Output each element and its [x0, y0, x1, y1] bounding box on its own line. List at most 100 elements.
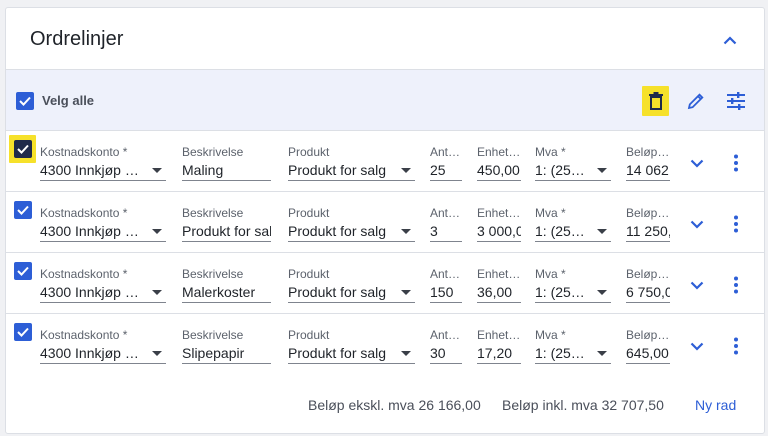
vat-select[interactable]: Mva * 1: (25…	[535, 267, 611, 303]
description-input[interactable]: Beskrivelse Produkt for salg	[182, 206, 271, 242]
row-menu-button[interactable]	[724, 334, 748, 358]
caret-down-icon	[152, 351, 162, 356]
vat-label: Mva *	[535, 145, 566, 159]
order-lines-card: Ordrelinjer Velg alle Kostnadskonto * 43…	[5, 7, 765, 434]
description-label: Beskrivelse	[182, 267, 244, 281]
account-select[interactable]: Kostnadskonto * 4300 Innkjøp …	[40, 145, 166, 181]
description-value: Malerkoster	[182, 284, 256, 300]
total-excl-vat: Beløp ekskl. mva 26 166,00	[308, 397, 481, 413]
row-menu-button[interactable]	[724, 151, 748, 175]
unit-price-label: Enhet…	[477, 206, 521, 220]
chevron-up-icon	[723, 35, 737, 44]
more-vertical-icon	[734, 276, 738, 294]
product-value: Produkt for salg	[288, 162, 387, 178]
vat-label: Mva *	[535, 267, 566, 281]
caret-down-icon	[597, 290, 607, 295]
caret-down-icon	[597, 229, 607, 234]
product-select[interactable]: Produkt Produkt for salg	[288, 206, 415, 242]
amount-label: Beløp…	[626, 206, 670, 220]
checkbox-checked-icon	[17, 266, 29, 276]
row-menu-button[interactable]	[724, 273, 748, 297]
unit-price-input[interactable]: Enhet… 3 000,00	[477, 206, 521, 242]
quantity-value: 150	[430, 284, 454, 300]
trash-icon	[649, 92, 663, 110]
account-value: 4300 Innkjøp …	[40, 345, 139, 361]
description-value: Produkt for salg	[182, 223, 271, 239]
description-input[interactable]: Beskrivelse Slipepapir	[182, 328, 271, 364]
description-label: Beskrivelse	[182, 145, 244, 159]
total-incl-vat: Beløp inkl. mva 32 707,50	[502, 397, 664, 413]
account-select[interactable]: Kostnadskonto * 4300 Innkjøp …	[40, 206, 166, 242]
table-row: Kostnadskonto * 4300 Innkjøp … Beskrivel…	[6, 131, 764, 192]
table-row: Kostnadskonto * 4300 Innkjøp … Beskrivel…	[6, 192, 764, 253]
select-all-checkbox[interactable]	[16, 92, 34, 110]
account-value: 4300 Innkjøp …	[40, 223, 139, 239]
vat-select[interactable]: Mva * 1: (25…	[535, 328, 611, 364]
caret-down-icon	[597, 168, 607, 173]
expand-row-button[interactable]	[685, 151, 709, 175]
amount-input[interactable]: Beløp… 645,00	[626, 328, 670, 364]
product-value: Produkt for salg	[288, 345, 387, 361]
product-select[interactable]: Produkt Produkt for salg	[288, 145, 415, 181]
account-value: 4300 Innkjøp …	[40, 284, 139, 300]
account-select[interactable]: Kostnadskonto * 4300 Innkjøp …	[40, 267, 166, 303]
quantity-input[interactable]: Ant… 30	[430, 328, 462, 364]
row-checkbox[interactable]	[14, 262, 32, 280]
new-row-button[interactable]: Ny rad	[695, 397, 736, 413]
quantity-label: Ant…	[430, 145, 461, 159]
unit-price-input[interactable]: Enhet… 17,20	[477, 328, 521, 364]
vat-value: 1: (25…	[535, 223, 585, 239]
collapse-button[interactable]	[716, 28, 744, 52]
quantity-input[interactable]: Ant… 25	[430, 145, 462, 181]
expand-row-button[interactable]	[685, 334, 709, 358]
column-settings-button[interactable]	[722, 86, 750, 116]
quantity-input[interactable]: Ant… 3	[430, 206, 462, 242]
product-value: Produkt for salg	[288, 284, 387, 300]
row-checkbox[interactable]	[14, 323, 32, 341]
description-label: Beskrivelse	[182, 328, 244, 342]
caret-down-icon	[401, 351, 411, 356]
amount-value: 6 750,00	[626, 284, 670, 300]
expand-row-button[interactable]	[685, 273, 709, 297]
sliders-icon	[727, 92, 745, 110]
product-value: Produkt for salg	[288, 223, 387, 239]
unit-price-input[interactable]: Enhet… 450,00	[477, 145, 521, 181]
amount-label: Beløp…	[626, 145, 670, 159]
caret-down-icon	[401, 168, 411, 173]
amount-input[interactable]: Beløp… 6 750,00	[626, 267, 670, 303]
quantity-input[interactable]: Ant… 150	[430, 267, 462, 303]
edit-button[interactable]	[682, 86, 710, 116]
amount-input[interactable]: Beløp… 11 250,00	[626, 206, 670, 242]
checkbox-checked-icon	[17, 144, 29, 154]
amount-label: Beløp…	[626, 328, 670, 342]
row-menu-button[interactable]	[724, 212, 748, 236]
account-select[interactable]: Kostnadskonto * 4300 Innkjøp …	[40, 328, 166, 364]
product-label: Produkt	[288, 267, 330, 281]
amount-label: Beløp…	[626, 267, 670, 281]
description-input[interactable]: Beskrivelse Maling	[182, 145, 271, 181]
product-select[interactable]: Produkt Produkt for salg	[288, 267, 415, 303]
table-row: Kostnadskonto * 4300 Innkjøp … Beskrivel…	[6, 314, 764, 375]
amount-value: 645,00	[626, 345, 669, 361]
quantity-value: 30	[430, 345, 446, 361]
description-input[interactable]: Beskrivelse Malerkoster	[182, 267, 271, 303]
vat-select[interactable]: Mva * 1: (25…	[535, 145, 611, 181]
quantity-label: Ant…	[430, 267, 461, 281]
row-checkbox[interactable]	[14, 140, 32, 158]
select-all-label: Velg alle	[42, 93, 95, 108]
expand-row-button[interactable]	[685, 212, 709, 236]
product-select[interactable]: Produkt Produkt for salg	[288, 328, 415, 364]
account-value: 4300 Innkjøp …	[40, 162, 139, 178]
quantity-label: Ant…	[430, 206, 461, 220]
unit-price-input[interactable]: Enhet… 36,00	[477, 267, 521, 303]
vat-select[interactable]: Mva * 1: (25…	[535, 206, 611, 242]
delete-button[interactable]	[642, 86, 670, 116]
page-title: Ordrelinjer	[30, 28, 124, 50]
chevron-down-icon	[690, 281, 704, 290]
amount-value: 11 250,00	[626, 223, 670, 239]
row-checkbox[interactable]	[14, 201, 32, 219]
amount-input[interactable]: Beløp… 14 062,50	[626, 145, 670, 181]
unit-price-label: Enhet…	[477, 145, 521, 159]
unit-price-value: 450,00	[477, 162, 520, 178]
quantity-value: 3	[430, 223, 438, 239]
